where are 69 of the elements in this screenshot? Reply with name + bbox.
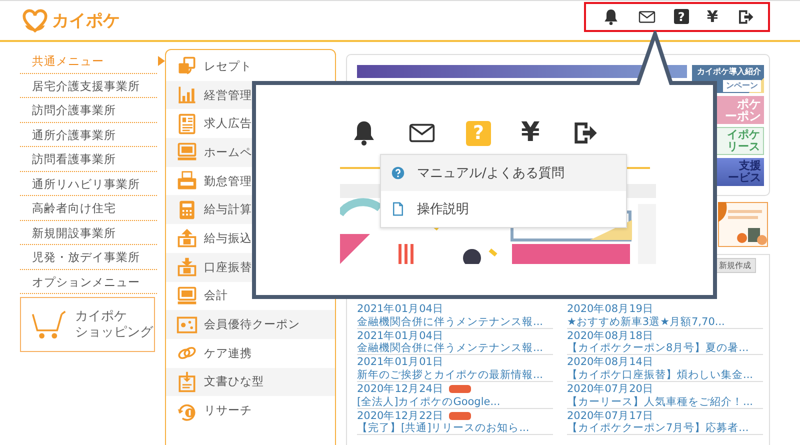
heart-logo-icon: [22, 8, 48, 32]
sidebar-link[interactable]: 居宅介護支援事業所: [20, 74, 157, 98]
menu-item[interactable]: レセプト: [166, 52, 335, 81]
menu-item[interactable]: リサーチ: [166, 396, 335, 425]
menu-item[interactable]: 文書ひな型: [166, 368, 335, 396]
cart-icon: [31, 310, 67, 340]
news-date: 2021年01月04日: [357, 330, 444, 342]
news-date: 2021年01月04日: [357, 303, 444, 316]
dropdown-item[interactable]: 操作説明: [381, 191, 626, 227]
banner-text: カイポケ導入紹介: [697, 66, 761, 78]
banner-text: ンペーン: [723, 80, 761, 92]
shopping-label: カイポケ ショッピング: [75, 308, 153, 340]
help-icon: [391, 166, 405, 180]
banner-text: ポケ: [737, 98, 761, 110]
news-date: 2020年08月19日: [567, 303, 654, 316]
sidebar-link[interactable]: 高齢者向け住宅: [20, 196, 157, 220]
monitor-icon: [176, 141, 198, 164]
shopping-card[interactable]: カイポケ ショッピング: [20, 297, 155, 352]
news-link[interactable]: ★おすすめ新車3選★月額7,70...: [567, 316, 763, 328]
form-icon: [176, 112, 198, 135]
sidebar-link[interactable]: 訪問看護事業所: [20, 147, 157, 172]
menu-item[interactable]: 会員優待クーポン: [166, 310, 335, 339]
help-button[interactable]: ?: [674, 9, 689, 24]
download-icon: [176, 370, 198, 393]
menu-item[interactable]: ケア連携: [166, 338, 335, 368]
news-link[interactable]: 【完了】[共通]リリースのお知ら...: [357, 422, 553, 435]
news-link[interactable]: 【カーリース】人気車種をご紹介！...: [567, 396, 763, 408]
logo-text: カイポケ: [52, 10, 120, 32]
banner-text: ーポン: [725, 110, 761, 122]
logout-icon[interactable]: [736, 8, 754, 26]
news-link[interactable]: 金融機関合併に伴うメンテナンス報...: [357, 316, 553, 328]
sidebar-link[interactable]: 児発・放デイ事業所: [20, 245, 157, 270]
sidebar-link[interactable]: 訪問介護事業所: [20, 98, 157, 122]
sidebar-link[interactable]: 新規開設事業所: [20, 220, 157, 245]
box-arrow-icon: [176, 227, 198, 250]
news-link[interactable]: 【カイポケクーポン8月号】夏の暑...: [567, 342, 763, 355]
news-link[interactable]: 【カイポケ口座振替】煩わしい集金...: [567, 368, 763, 382]
menu-item[interactable]: 求人広告: [166, 109, 335, 138]
dropdown-item[interactable]: マニュアル/よくある質問: [381, 155, 626, 191]
news-date: 2020年07月17日: [567, 410, 654, 422]
sidebar-link[interactable]: オプションメニュー: [20, 270, 157, 294]
news-link[interactable]: 新年のご挨拶とカイポケの最新情報...: [357, 368, 553, 382]
banner-text: イポケ: [727, 129, 760, 141]
sidebar-link[interactable]: 通所介護事業所: [20, 122, 157, 147]
sidebar-link[interactable]: 通所リハビリ事業所: [20, 172, 157, 196]
document-icon: [391, 202, 405, 216]
yen-button[interactable]: ¥: [521, 119, 540, 147]
monitor-icon: [176, 284, 198, 307]
news-date: 2020年12月22日: [357, 410, 444, 422]
news-link[interactable]: 金融機関合併に伴うメンテナンス報...: [357, 342, 553, 355]
pointer-icon: [158, 56, 165, 66]
news-date: 2021年01月01日: [357, 356, 444, 369]
new-button[interactable]: 新規作成: [714, 258, 756, 273]
banner-text: リース: [727, 141, 760, 153]
news-date: 2020年08月14日: [567, 356, 654, 369]
box-arrow-icon: [176, 256, 198, 278]
news-link[interactable]: 【カイポケクーポン7月号】応募者...: [567, 422, 763, 435]
menu-item[interactable]: 勤怠管理: [166, 166, 335, 196]
bar-chart-icon: [176, 84, 198, 106]
menu-item[interactable]: 会計: [166, 282, 335, 310]
banner-text: ービス: [728, 172, 761, 184]
news-link[interactable]: [全法人]カイポケのGoogle...: [357, 396, 553, 408]
yen-button[interactable]: ¥: [706, 8, 718, 26]
news-date: 2020年08月18日: [567, 330, 654, 342]
menu-item[interactable]: 給与振込: [166, 224, 335, 253]
banner-text: 支援: [739, 160, 761, 172]
news-date: 2020年07月20日: [567, 383, 654, 396]
news-date: 2020年12月24日: [357, 383, 444, 396]
register-icon: [176, 170, 198, 192]
